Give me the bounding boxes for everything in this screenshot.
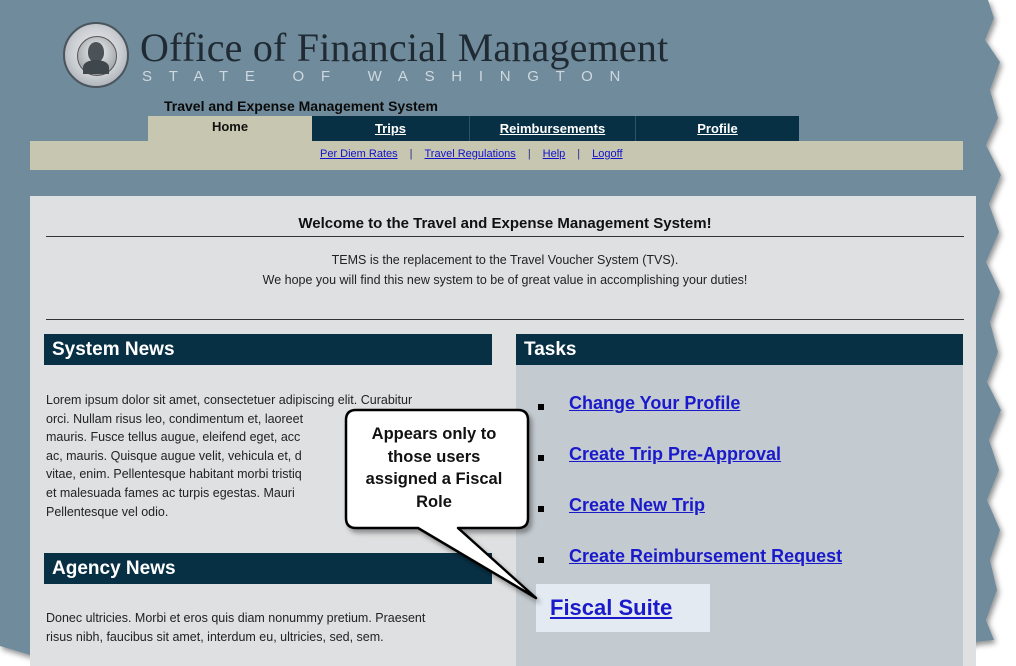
callout-line: assigned a Fiscal [365, 470, 503, 488]
callout-line: Appears only to [371, 425, 497, 443]
callout-line: those users [387, 447, 481, 466]
callout-text: Appears only to those users assigned a F… [348, 423, 520, 513]
callout-bubble [344, 408, 538, 600]
callout-line: Role [416, 492, 452, 511]
